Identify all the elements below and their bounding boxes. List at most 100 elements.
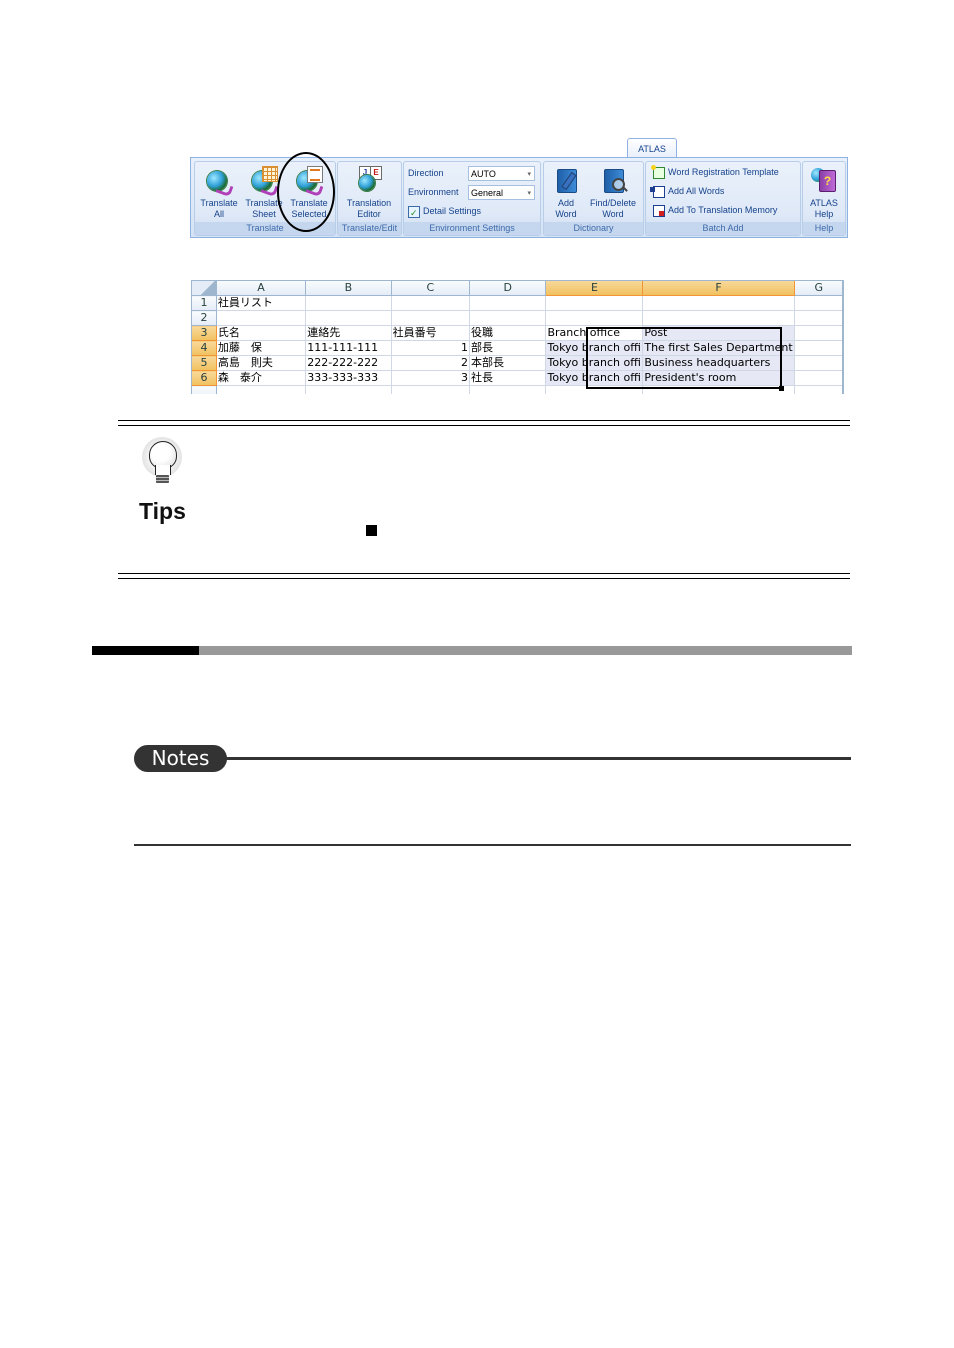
cell[interactable]: 111-111-111 bbox=[305, 340, 392, 356]
row-header[interactable]: 4 bbox=[192, 340, 217, 356]
column-header[interactable]: F bbox=[642, 281, 795, 296]
cell[interactable]: Branch office bbox=[545, 325, 644, 341]
group-label-batch-add: Batch Add bbox=[646, 222, 800, 235]
direction-label: Direction bbox=[408, 168, 444, 178]
group-help: ? ATLAS Help Help bbox=[802, 161, 846, 236]
cell[interactable] bbox=[642, 295, 795, 311]
group-label-environment-settings: Environment Settings bbox=[404, 222, 540, 235]
cell[interactable] bbox=[469, 295, 547, 311]
row-header[interactable]: 6 bbox=[192, 370, 217, 386]
cell[interactable] bbox=[391, 310, 470, 326]
cell[interactable]: President's room bbox=[642, 370, 795, 386]
atlas-help-icon: ? bbox=[810, 166, 838, 194]
translate-sheet-icon bbox=[250, 166, 279, 198]
find-delete-word-button[interactable]: Find/Delete Word bbox=[586, 164, 640, 220]
globe-translate-icon bbox=[205, 166, 234, 198]
tab-atlas[interactable]: ATLAS bbox=[627, 138, 677, 159]
translate-all-button[interactable]: Translate All bbox=[197, 164, 241, 220]
cell[interactable] bbox=[794, 340, 844, 356]
select-all-corner[interactable] bbox=[192, 281, 217, 296]
cell[interactable] bbox=[794, 370, 844, 386]
column-header[interactable]: D bbox=[469, 281, 547, 296]
column-header[interactable]: G bbox=[794, 281, 844, 296]
cell[interactable]: 社長 bbox=[469, 370, 547, 386]
cell[interactable]: Business headquarters bbox=[642, 355, 795, 371]
row-header[interactable]: 5 bbox=[192, 355, 217, 371]
cell[interactable]: 1 bbox=[391, 340, 470, 356]
cell[interactable] bbox=[391, 295, 470, 311]
row-header[interactable]: 2 bbox=[192, 310, 217, 326]
find-delete-word-icon bbox=[599, 166, 627, 194]
notes-bottom-rule bbox=[134, 844, 851, 846]
cell[interactable] bbox=[305, 310, 392, 326]
column-header[interactable]: E bbox=[545, 281, 644, 296]
cell[interactable] bbox=[469, 310, 547, 326]
cell[interactable]: 本部長 bbox=[469, 355, 547, 371]
group-label-translate-edit: Translate/Edit bbox=[338, 222, 401, 235]
column-header[interactable]: C bbox=[391, 281, 470, 296]
atlas-help-button[interactable]: ? ATLAS Help bbox=[803, 164, 845, 220]
table-row: 6 森 泰介 333-333-333 3 社長 Tokyo branch off… bbox=[192, 370, 844, 386]
cell[interactable]: 社員番号 bbox=[391, 325, 470, 341]
cell[interactable]: 3 bbox=[391, 370, 470, 386]
cell[interactable]: 氏名 bbox=[216, 325, 307, 341]
environment-select[interactable]: General ▾ bbox=[468, 185, 535, 200]
detail-settings-button[interactable]: Detail Settings bbox=[408, 203, 481, 221]
section-heading-bar bbox=[92, 646, 852, 655]
cell[interactable]: 222-222-222 bbox=[305, 355, 392, 371]
cell[interactable]: The first Sales Department bbox=[642, 340, 795, 356]
add-all-words-icon bbox=[650, 185, 665, 198]
cell[interactable]: 役職 bbox=[469, 325, 547, 341]
dropdown-arrow-icon: ▾ bbox=[527, 190, 531, 197]
cell[interactable]: 加藤 保 bbox=[216, 340, 307, 356]
cell[interactable] bbox=[794, 295, 844, 311]
add-word-icon bbox=[552, 166, 580, 194]
translation-memory-icon bbox=[653, 204, 665, 217]
cell[interactable]: 333-333-333 bbox=[305, 370, 392, 386]
row-header[interactable]: 1 bbox=[192, 295, 217, 311]
table-row: 3 氏名 連絡先 社員番号 役職 Branch office Post bbox=[192, 325, 844, 341]
cell[interactable]: 部長 bbox=[469, 340, 547, 356]
column-header[interactable]: A bbox=[216, 281, 307, 296]
cell[interactable]: Post bbox=[642, 325, 795, 341]
group-translate-edit: JE Translation Editor Translate/Edit bbox=[337, 161, 402, 236]
row-header[interactable] bbox=[192, 385, 217, 394]
cell[interactable] bbox=[642, 310, 795, 326]
table-row: 1 社員リスト bbox=[192, 295, 844, 311]
add-all-words-button[interactable]: Add All Words bbox=[650, 183, 724, 199]
cell[interactable]: 社員リスト bbox=[216, 295, 307, 311]
table-row bbox=[192, 385, 844, 394]
table-row: 5 高島 則夫 222-222-222 2 本部長 Tokyo branch o… bbox=[192, 355, 844, 371]
row-header[interactable]: 3 bbox=[192, 325, 217, 341]
cell[interactable]: 高島 則夫 bbox=[216, 355, 307, 371]
word-registration-template-button[interactable]: Word Registration Template bbox=[651, 164, 779, 180]
cell[interactable] bbox=[216, 310, 307, 326]
cell[interactable] bbox=[305, 295, 392, 311]
lightbulb-icon bbox=[140, 437, 184, 499]
cell[interactable]: 森 泰介 bbox=[216, 370, 307, 386]
translation-editor-button[interactable]: JE Translation Editor bbox=[341, 164, 397, 220]
cell[interactable]: Tokyo branch offi bbox=[545, 340, 644, 356]
cell[interactable] bbox=[794, 310, 844, 326]
column-header[interactable]: B bbox=[305, 281, 392, 296]
add-to-translation-memory-button[interactable]: Add To Translation Memory bbox=[653, 202, 777, 218]
cell[interactable]: 連絡先 bbox=[305, 325, 392, 341]
direction-select[interactable]: AUTO ▾ bbox=[468, 166, 535, 181]
group-environment-settings: Direction AUTO ▾ Environment General ▾ D… bbox=[403, 161, 541, 236]
tips-top-border bbox=[118, 420, 850, 426]
notes-top-rule bbox=[224, 757, 851, 760]
template-icon bbox=[651, 164, 665, 179]
fill-handle[interactable] bbox=[779, 386, 784, 391]
spreadsheet: A B C D E F G 1 社員リスト 2 3 氏名 連絡先 社員番号 役職… bbox=[191, 280, 844, 394]
cell[interactable] bbox=[794, 355, 844, 371]
cell[interactable]: Tokyo branch offi bbox=[545, 355, 644, 371]
add-word-button[interactable]: Add Word bbox=[546, 164, 586, 220]
highlight-circle bbox=[277, 152, 335, 232]
cell[interactable] bbox=[545, 310, 644, 326]
cell[interactable]: Tokyo branch offi bbox=[545, 370, 644, 386]
cell[interactable] bbox=[545, 295, 644, 311]
dropdown-arrow-icon: ▾ bbox=[527, 171, 531, 178]
cell[interactable] bbox=[794, 325, 844, 341]
cell[interactable]: 2 bbox=[391, 355, 470, 371]
environment-label: Environment bbox=[408, 187, 459, 197]
